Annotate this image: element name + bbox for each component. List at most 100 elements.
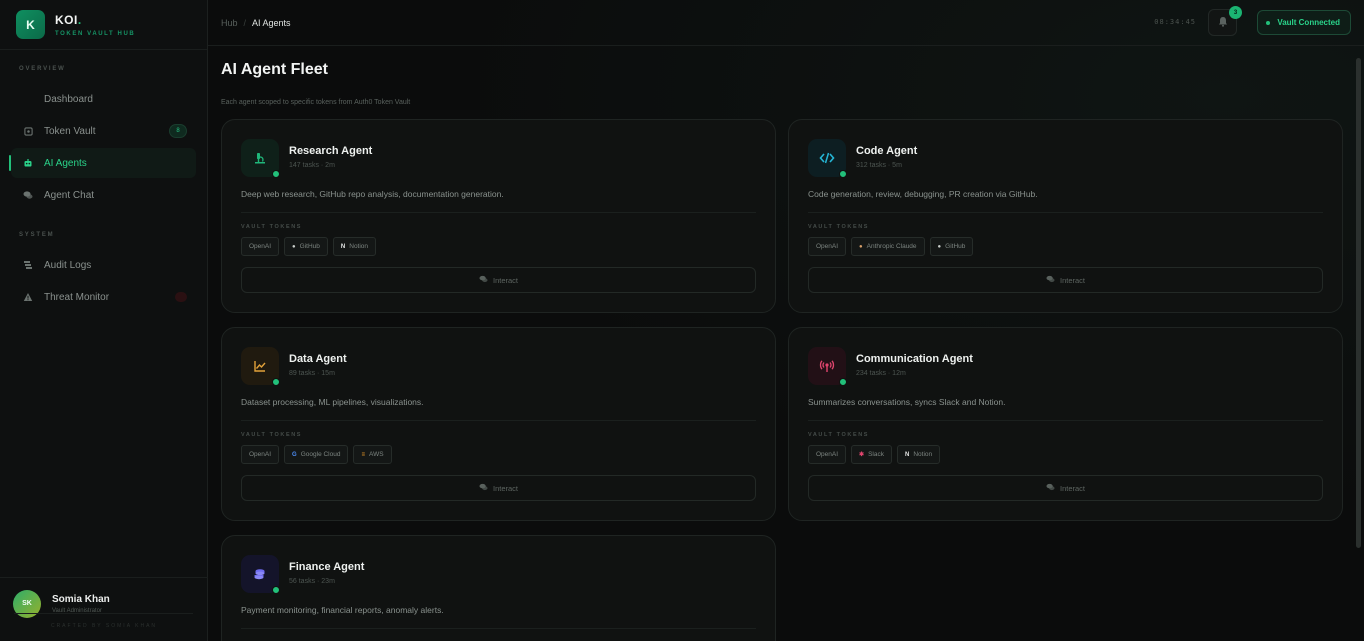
agent-status-dot xyxy=(272,170,280,178)
github-icon: ● xyxy=(292,243,296,250)
topbar: Hub / AI Agents 08:34:45 3 Vault Connect… xyxy=(208,0,1364,46)
agent-description: Payment monitoring, financial reports, a… xyxy=(241,605,444,615)
vault-tokens-label: VAULT TOKENS xyxy=(808,432,870,438)
agent-status-dot xyxy=(839,378,847,386)
token-chip: OpenAI xyxy=(808,445,847,464)
brand-logo: K xyxy=(16,10,45,39)
user-profile[interactable]: SK Somia Khan Vault Administrator xyxy=(0,577,208,618)
interact-button[interactable]: Interact xyxy=(241,475,756,501)
aws-icon: ≡ xyxy=(361,451,365,458)
content: AI Agent Fleet Each agent scoped to spec… xyxy=(221,46,1343,641)
bell-icon xyxy=(1218,16,1228,30)
sidebar-item-label: Token Vault xyxy=(44,125,96,137)
card-divider xyxy=(241,628,756,629)
token-chip: ≡ AWS xyxy=(353,445,392,464)
sidebar-item-threat-monitor[interactable]: Threat Monitor xyxy=(11,282,196,312)
user-name: Somia Khan xyxy=(52,593,110,605)
footer-credit: CRAFTED BY SOMIA KHAN xyxy=(50,623,158,629)
page-title: AI Agent Fleet xyxy=(221,61,328,78)
sidebar-item-agent-chat[interactable]: Agent Chat xyxy=(11,180,196,210)
notifications-button[interactable]: 3 xyxy=(1208,6,1242,36)
brand[interactable]: K KOI. TOKEN VAULT HUB xyxy=(0,0,207,50)
interact-button[interactable]: Interact xyxy=(241,267,756,293)
interact-label: Interact xyxy=(492,483,518,493)
token-list: OpenAI G Google Cloud ≡ AWS xyxy=(241,445,392,464)
agent-meta: 234 tasks · 12m xyxy=(856,370,906,377)
agent-name: Finance Agent xyxy=(289,561,365,573)
token-chip: G Google Cloud xyxy=(284,445,349,464)
agent-description: Summarizes conversations, syncs Slack an… xyxy=(808,397,1006,407)
token-chip: N Notion xyxy=(896,445,941,464)
token-chip: ● GitHub xyxy=(284,237,328,256)
slack-icon: ✱ xyxy=(859,452,865,458)
agent-meta: 56 tasks · 23m xyxy=(289,578,335,585)
agent-card-communication: Communication Agent 234 tasks · 12m Summ… xyxy=(788,327,1343,521)
chat-icon xyxy=(479,275,488,285)
agent-name: Communication Agent xyxy=(856,353,973,365)
chat-icon xyxy=(23,190,33,200)
sidebar-item-label: Audit Logs xyxy=(44,259,92,271)
page-subtitle: Each agent scoped to specific tokens fro… xyxy=(221,99,411,106)
token-count-badge: 8 xyxy=(169,124,187,138)
notification-count: 3 xyxy=(1229,6,1242,19)
google-icon: G xyxy=(292,451,297,458)
vault-tokens-label: VAULT TOKENS xyxy=(241,432,303,438)
sidebar-item-label: AI Agents xyxy=(44,157,87,169)
sidebar-item-ai-agents[interactable]: AI Agents xyxy=(9,148,196,178)
vault-icon xyxy=(23,126,33,136)
token-chip: OpenAI xyxy=(808,237,847,256)
agent-status-dot xyxy=(272,586,280,594)
card-divider xyxy=(808,212,1323,213)
breadcrumb-separator: / xyxy=(243,17,247,28)
anthropic-icon: ● xyxy=(859,243,863,250)
robot-icon xyxy=(23,158,33,168)
agent-card-research: Research Agent 147 tasks · 2m Deep web r… xyxy=(221,119,776,313)
brand-name: KOI. xyxy=(55,12,82,27)
agent-card-finance: Finance Agent 56 tasks · 23m Payment mon… xyxy=(221,535,776,641)
notion-icon: N xyxy=(340,243,346,250)
brand-subtitle: TOKEN VAULT HUB xyxy=(55,30,136,37)
token-list: OpenAI ✱ Slack N Notion xyxy=(808,445,941,464)
vault-tokens-label: VAULT TOKENS xyxy=(241,224,303,230)
clock: 08:34:45 xyxy=(1154,18,1196,26)
interact-button[interactable]: Interact xyxy=(808,475,1323,501)
card-divider xyxy=(808,420,1323,421)
agent-status-dot xyxy=(839,170,847,178)
agent-name: Data Agent xyxy=(289,353,347,365)
sidebar-item-label: Agent Chat xyxy=(44,189,95,201)
agent-meta: 147 tasks · 2m xyxy=(289,162,335,169)
interact-button[interactable]: Interact xyxy=(808,267,1323,293)
sidebar-item-token-vault[interactable]: Token Vault 8 xyxy=(11,116,196,146)
vault-tokens-label: VAULT TOKENS xyxy=(808,224,870,230)
sidebar: K KOI. TOKEN VAULT HUB OVERVIEW Dashboar… xyxy=(0,0,208,641)
card-divider xyxy=(241,212,756,213)
notion-icon: N xyxy=(904,451,910,458)
agent-description: Dataset processing, ML pipelines, visual… xyxy=(241,397,424,407)
footer-divider xyxy=(14,613,193,614)
agent-meta: 89 tasks · 15m xyxy=(289,370,335,377)
token-list: OpenAI ● Anthropic Claude ● GitHub xyxy=(808,237,974,256)
chat-icon xyxy=(479,483,488,493)
agent-card-code: Code Agent 312 tasks · 5m Code generatio… xyxy=(788,119,1343,313)
chat-icon xyxy=(1046,483,1055,493)
sidebar-item-audit-logs[interactable]: Audit Logs xyxy=(11,250,196,280)
agent-status-dot xyxy=(272,378,280,386)
sidebar-item-dashboard[interactable]: Dashboard xyxy=(11,84,196,114)
logs-icon xyxy=(23,260,33,270)
token-chip: OpenAI xyxy=(241,237,280,256)
dashboard-icon xyxy=(23,94,33,104)
interact-label: Interact xyxy=(1059,275,1085,285)
vault-status-label: Vault Connected xyxy=(1277,18,1340,27)
token-chip: OpenAI xyxy=(241,445,280,464)
breadcrumb-root[interactable]: Hub xyxy=(221,18,238,28)
agent-description: Code generation, review, debugging, PR c… xyxy=(808,189,1038,199)
agent-name: Code Agent xyxy=(856,145,918,157)
sidebar-item-label: Dashboard xyxy=(44,93,93,105)
token-chip: ● Anthropic Claude xyxy=(851,237,925,256)
chat-icon xyxy=(1046,275,1055,285)
warning-icon xyxy=(23,292,33,302)
interact-label: Interact xyxy=(1059,483,1085,493)
token-chip: N Notion xyxy=(332,237,377,256)
vault-status-badge[interactable]: Vault Connected xyxy=(1257,10,1351,35)
scrollbar[interactable] xyxy=(1356,58,1361,548)
